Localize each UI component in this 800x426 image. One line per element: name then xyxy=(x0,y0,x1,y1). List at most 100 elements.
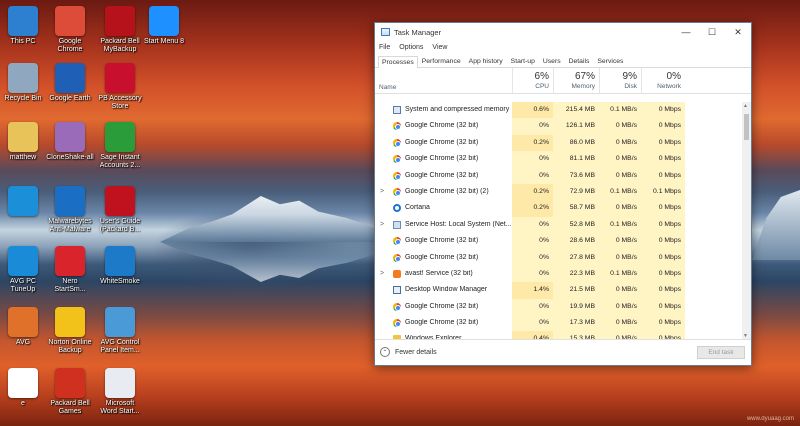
desktop-icon-word[interactable]: Microsoft Word Start... xyxy=(85,368,155,416)
process-memory-value: 215.4 MB xyxy=(553,102,599,119)
process-disk-value: 0.1 MB/s xyxy=(599,102,641,119)
pse-icon xyxy=(8,186,38,216)
tab-details[interactable]: Details xyxy=(565,55,594,67)
window-title: Task Manager xyxy=(394,27,442,37)
process-row[interactable]: > Google Chrome (32 bit) (2) 0.2% 72.9 MB 0.… xyxy=(375,183,743,201)
menu-view[interactable]: View xyxy=(432,44,447,51)
chrome-process-icon xyxy=(393,319,401,328)
process-row[interactable]: Google Chrome (32 bit) 0% 27.8 MB 0 MB/s 0 M… xyxy=(375,249,743,266)
expand-chevron-icon[interactable]: > xyxy=(380,221,384,228)
desktop-icon-label: Microsoft Word Start... xyxy=(100,400,140,415)
maximize-button[interactable]: ☐ xyxy=(699,23,725,41)
whitesmoke-icon xyxy=(105,246,135,276)
expand-chevron-icon[interactable]: > xyxy=(380,270,384,277)
process-row[interactable]: > avast! Service (32 bit) 0% 22.3 MB 0.1 MB/… xyxy=(375,265,743,283)
menu-file[interactable]: File xyxy=(379,44,390,51)
chrome-process-icon xyxy=(393,122,401,131)
task-manager-window: Task Manager — ☐ ✕ File Options View Pro… xyxy=(374,22,752,366)
process-row[interactable]: Google Chrome (32 bit) 0% 73.6 MB 0 MB/s 0 M… xyxy=(375,167,743,184)
globe-icon xyxy=(55,63,85,93)
process-disk-value: 0 MB/s xyxy=(599,200,641,217)
process-row[interactable]: Desktop Window Manager 1.4% 21.5 MB 0 MB/s 0… xyxy=(375,282,743,299)
process-disk-value: 0 MB/s xyxy=(599,134,641,152)
cortana-process-icon xyxy=(393,204,401,213)
process-row[interactable]: Google Chrome (32 bit) 0% 17.3 MB 0 MB/s 0 M… xyxy=(375,315,743,332)
task-manager-app-icon xyxy=(381,28,390,36)
fewer-details-label: Fewer details xyxy=(395,348,437,356)
tab-performance[interactable]: Performance xyxy=(418,55,465,67)
ebay-icon xyxy=(8,368,38,398)
process-network-value: 0 Mbps xyxy=(641,249,685,266)
process-memory-value: 27.8 MB xyxy=(553,249,599,266)
minimize-button[interactable]: — xyxy=(673,23,699,41)
desktop-icon-store[interactable]: PB Accessory Store xyxy=(85,63,155,111)
chrome-process-icon xyxy=(393,187,401,196)
title-bar[interactable]: Task Manager — ☐ ✕ xyxy=(375,23,751,41)
process-disk-value: 0 MB/s xyxy=(599,118,641,135)
process-network-value: 0.1 Mbps xyxy=(641,183,685,201)
desktop-icon-whitesmoke[interactable]: WhiteSmoke xyxy=(85,246,155,286)
scroll-up-arrow-icon[interactable]: ▲ xyxy=(743,103,748,109)
tab-users[interactable]: Users xyxy=(539,55,565,67)
chrome-process-icon xyxy=(393,237,401,246)
tab-app-history[interactable]: App history xyxy=(465,55,507,67)
process-disk-value: 0.1 MB/s xyxy=(599,265,641,283)
column-disk[interactable]: 9% Disk xyxy=(599,68,641,94)
desktop-icon-windows[interactable]: Start Menu 8 xyxy=(129,6,199,46)
sage-icon xyxy=(105,122,135,152)
store-icon xyxy=(105,63,135,93)
process-name: Google Chrome (32 bit) xyxy=(405,302,479,310)
tab-services[interactable]: Services xyxy=(593,55,627,67)
column-network[interactable]: 0% Network xyxy=(641,68,685,94)
recycle-bin-icon xyxy=(8,63,38,93)
process-row[interactable]: Google Chrome (32 bit) 0% 126.1 MB 0 MB/s 0 … xyxy=(375,118,743,135)
footer: ⌃ Fewer details End task xyxy=(375,339,751,365)
tab-start-up[interactable]: Start-up xyxy=(507,55,539,67)
process-cpu-value: 0% xyxy=(512,315,553,332)
process-name: Cortana xyxy=(405,204,430,212)
user-folder-icon xyxy=(8,122,38,152)
desktop-icon-help[interactable]: User's Guide (Packard B... xyxy=(85,186,155,234)
process-cpu-value: 0.2% xyxy=(512,183,553,201)
avast-process-icon xyxy=(393,269,401,278)
process-row[interactable]: Google Chrome (32 bit) 0.2% 86.0 MB 0 MB/s 0… xyxy=(375,134,743,152)
scrollbar-thumb[interactable] xyxy=(744,114,749,140)
process-memory-value: 52.8 MB xyxy=(553,216,599,234)
menu-options[interactable]: Options xyxy=(399,44,423,51)
desktop-icon-control-panel[interactable]: AVG Control Panel Item... xyxy=(85,307,155,355)
chrome-process-icon xyxy=(393,171,401,180)
process-name: Google Chrome (32 bit) xyxy=(405,155,479,163)
windows-icon xyxy=(149,6,179,36)
column-name[interactable]: Name xyxy=(379,84,396,91)
process-row[interactable]: System and compressed memory 0.6% 215.4 MB… xyxy=(375,102,743,119)
process-row[interactable]: Google Chrome (32 bit) 0% 81.1 MB 0 MB/s 0 M… xyxy=(375,151,743,168)
chevron-up-icon: ⌃ xyxy=(380,347,390,357)
process-network-value: 0 Mbps xyxy=(641,151,685,168)
network-label: Network xyxy=(657,83,681,90)
process-name: Google Chrome (32 bit) xyxy=(405,171,479,179)
process-row[interactable]: Cortana 0.2% 58.7 MB 0 MB/s 0 Mbps xyxy=(375,200,743,217)
process-row[interactable]: Google Chrome (32 bit) 0% 19.9 MB 0 MB/s 0 M… xyxy=(375,298,743,316)
process-disk-value: 0 MB/s xyxy=(599,282,641,299)
process-row[interactable]: Google Chrome (32 bit) 0% 28.6 MB 0 MB/s 0 M… xyxy=(375,233,743,250)
tab-processes[interactable]: Processes xyxy=(378,56,418,68)
process-name: Google Chrome (32 bit) xyxy=(405,138,479,146)
process-cpu-value: 0% xyxy=(512,216,553,234)
desktop-icon-label: Sage Instant Accounts 2... xyxy=(99,154,141,169)
close-button[interactable]: ✕ xyxy=(725,23,751,41)
column-cpu[interactable]: 6% CPU xyxy=(512,68,553,94)
column-memory[interactable]: 67% Memory xyxy=(553,68,599,94)
process-disk-value: 0 MB/s xyxy=(599,151,641,168)
process-row[interactable]: > Service Host: Local System (Net... 0% 52.… xyxy=(375,216,743,234)
process-cpu-value: 0% xyxy=(512,233,553,250)
end-task-button[interactable]: End task xyxy=(697,346,745,359)
process-network-value: 0 Mbps xyxy=(641,102,685,119)
expand-chevron-icon[interactable]: > xyxy=(380,188,384,195)
vertical-scrollbar[interactable]: ▲ ▼ xyxy=(742,102,751,340)
desktop-icon-sage[interactable]: Sage Instant Accounts 2... xyxy=(85,122,155,170)
fewer-details-button[interactable]: ⌃ Fewer details xyxy=(380,347,437,357)
memory-label: Memory xyxy=(571,83,595,90)
tab-bar: Processes Performance App history Start-… xyxy=(375,54,751,68)
process-memory-value: 21.5 MB xyxy=(553,282,599,299)
process-memory-value: 72.9 MB xyxy=(553,183,599,201)
